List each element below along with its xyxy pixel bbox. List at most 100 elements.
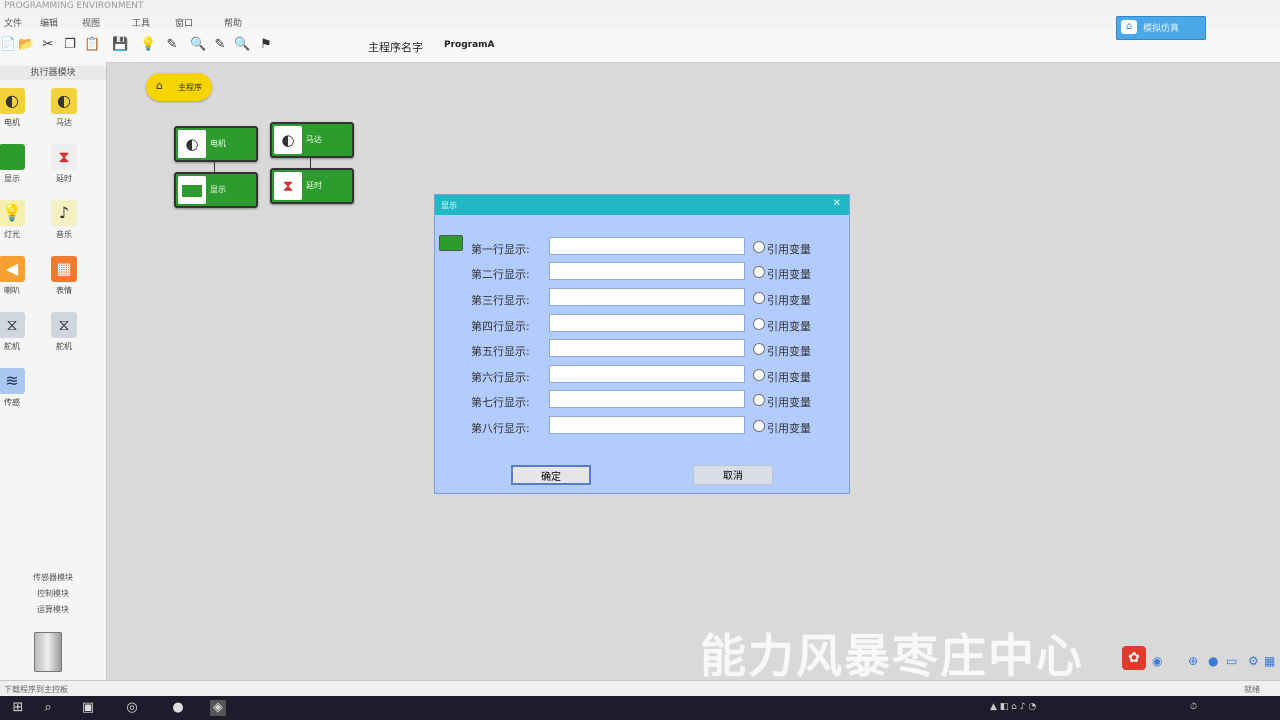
globe-icon[interactable]: ⊕ [1188, 654, 1198, 668]
dialog-title-bar[interactable]: 显示 ✕ [435, 195, 849, 215]
flag-icon[interactable]: ⚑ [258, 37, 274, 53]
task-view-icon[interactable]: ▣ [80, 700, 96, 716]
menu-item[interactable]: 文件 [4, 16, 22, 29]
status-text: 下载程序到主控板 [4, 685, 68, 694]
program-name-value: ProgramA [444, 40, 495, 50]
program-block[interactable]: ◐ 马达 [270, 122, 354, 158]
palette-item-motor2[interactable]: ◐ 马达 [44, 88, 84, 144]
program-block[interactable]: ◐ 电机 [174, 126, 258, 162]
grid-icon[interactable]: ▦ [1264, 654, 1275, 668]
chrome-icon[interactable]: ◎ [124, 700, 140, 716]
display-row: 第四行显示: 引用变量 [435, 314, 849, 334]
trash-icon[interactable] [34, 632, 62, 672]
display-row: 第六行显示: 引用变量 [435, 365, 849, 385]
pen-icon[interactable]: ✎ [164, 37, 180, 53]
display-icon [0, 144, 25, 170]
line7-variable-radio[interactable] [753, 394, 765, 406]
line6-variable-radio[interactable] [753, 369, 765, 381]
toolbar: 📄 📂 ✂ ❐ 📋 💾 💡 ✎ 🔍 ✎ 🔍 ⚑ 主程序名字 ProgramA [0, 30, 1280, 63]
palette-item-servo2[interactable]: ⧖ 舵机 [44, 312, 84, 368]
mic-icon[interactable]: ● [1208, 654, 1218, 668]
palette-item-timer[interactable]: ⧗ 延时 [44, 144, 84, 200]
menu-item[interactable]: 工具 [132, 16, 150, 29]
palette-link-math[interactable]: 运算模块 [0, 604, 106, 615]
line2-input[interactable] [549, 262, 745, 280]
keyboard-icon[interactable]: ▭ [1226, 654, 1237, 668]
music-icon: ♪ [51, 200, 77, 226]
menu-item[interactable]: 编辑 [40, 16, 58, 29]
block-connector [214, 160, 215, 172]
line8-variable-radio[interactable] [753, 420, 765, 432]
bulb-icon[interactable]: 💡 [140, 37, 156, 53]
status-right: 就绪 [1244, 685, 1260, 694]
palette-item-motor[interactable]: ◐ 电机 [0, 88, 32, 144]
program-block[interactable]: ⧗ 延时 [270, 168, 354, 204]
menu-item[interactable]: 帮助 [224, 16, 242, 29]
display-row: 第一行显示: 引用变量 [435, 237, 849, 257]
display-row: 第五行显示: 引用变量 [435, 339, 849, 359]
line6-input[interactable] [549, 365, 745, 383]
display-row: 第二行显示: 引用变量 [435, 262, 849, 282]
paste-icon[interactable]: 📋 [84, 37, 100, 53]
palette-link-control[interactable]: 控制模块 [0, 588, 106, 599]
zoom-in-icon[interactable]: 🔍 [190, 37, 206, 53]
palette-item-sensor[interactable]: ≋ 传感 [0, 368, 32, 424]
ok-button[interactable]: 确定 [511, 465, 591, 485]
pen-icon[interactable]: ✎ [212, 37, 228, 53]
save-icon[interactable]: 💾 [112, 37, 128, 53]
line4-variable-radio[interactable] [753, 318, 765, 330]
start-icon: ⌂ [156, 79, 163, 92]
close-icon[interactable]: ✕ [833, 198, 841, 209]
line8-input[interactable] [549, 416, 745, 434]
cancel-button[interactable]: 取消 [693, 465, 773, 485]
open-icon[interactable]: 📂 [18, 37, 34, 53]
eye-icon[interactable]: ◉ [1152, 654, 1162, 668]
grid-icon: ▦ [51, 256, 77, 282]
line2-variable-radio[interactable] [753, 266, 765, 278]
clock-icon[interactable]: ⏱ [1190, 702, 1197, 712]
palette-link-sensors[interactable]: 传感器模块 [0, 572, 106, 583]
zoom-out-icon[interactable]: 🔍 [234, 37, 250, 53]
palette-header: 执行器模块 [0, 66, 106, 80]
copy-icon[interactable]: ❐ [62, 37, 78, 53]
window-title: PROGRAMMING ENVIRONMENT [4, 1, 144, 11]
search-icon[interactable]: ⌕ [40, 700, 56, 716]
simulate-button[interactable]: ⌂ 模拟仿真 [1116, 16, 1206, 40]
block-connector [310, 156, 311, 168]
timer-icon: ⧗ [274, 172, 302, 200]
display-icon [178, 176, 206, 204]
menu-item[interactable]: 窗口 [175, 16, 193, 29]
program-block[interactable]: 显示 [174, 172, 258, 208]
palette-item-grid[interactable]: ▦ 表情 [44, 256, 84, 312]
line7-input[interactable] [549, 390, 745, 408]
palette-item-light[interactable]: 💡 灯光 [0, 200, 32, 256]
menu-bar: 文件 编辑 视图 工具 窗口 帮助 [0, 14, 1280, 30]
tray-icons[interactable]: ▲ ◧ ⌂ ♪ ◔ [990, 702, 1036, 712]
line3-input[interactable] [549, 288, 745, 306]
palette-item-speaker[interactable]: ◀ 喇叭 [0, 256, 32, 312]
palette-item-display[interactable]: 显示 [0, 144, 32, 200]
dialog-title: 显示 [441, 201, 457, 210]
timer-icon: ⧗ [51, 144, 77, 170]
menu-item[interactable]: 视图 [82, 16, 100, 29]
line3-variable-radio[interactable] [753, 292, 765, 304]
active-app-icon[interactable]: ◈ [210, 700, 226, 716]
sensor-icon: ≋ [0, 368, 25, 394]
app-icon[interactable]: ● [170, 700, 186, 716]
palette-item-music[interactable]: ♪ 音乐 [44, 200, 84, 256]
windows-start-icon[interactable]: ⊞ [10, 700, 26, 716]
motor-icon: ◐ [178, 130, 206, 158]
line1-input[interactable] [549, 237, 745, 255]
palette-item-servo[interactable]: ⧖ 舵机 [0, 312, 32, 368]
component-palette: 执行器模块 ◐ 电机 ◐ 马达 显示 ⧗ 延时 💡 灯光 ♪ 音乐 ◀ 喇叭 ▦… [0, 62, 107, 680]
settings-icon[interactable]: ⚙ [1248, 654, 1259, 668]
title-bar: PROGRAMMING ENVIRONMENT [0, 0, 1280, 14]
start-node[interactable]: ⌂ 主程序 [146, 73, 212, 101]
line1-variable-radio[interactable] [753, 241, 765, 253]
line4-input[interactable] [549, 314, 745, 332]
cut-icon[interactable]: ✂ [40, 37, 56, 53]
line5-input[interactable] [549, 339, 745, 357]
line5-variable-radio[interactable] [753, 343, 765, 355]
program-name-label: 主程序名字 [368, 41, 423, 54]
new-icon[interactable]: 📄 [0, 37, 16, 53]
